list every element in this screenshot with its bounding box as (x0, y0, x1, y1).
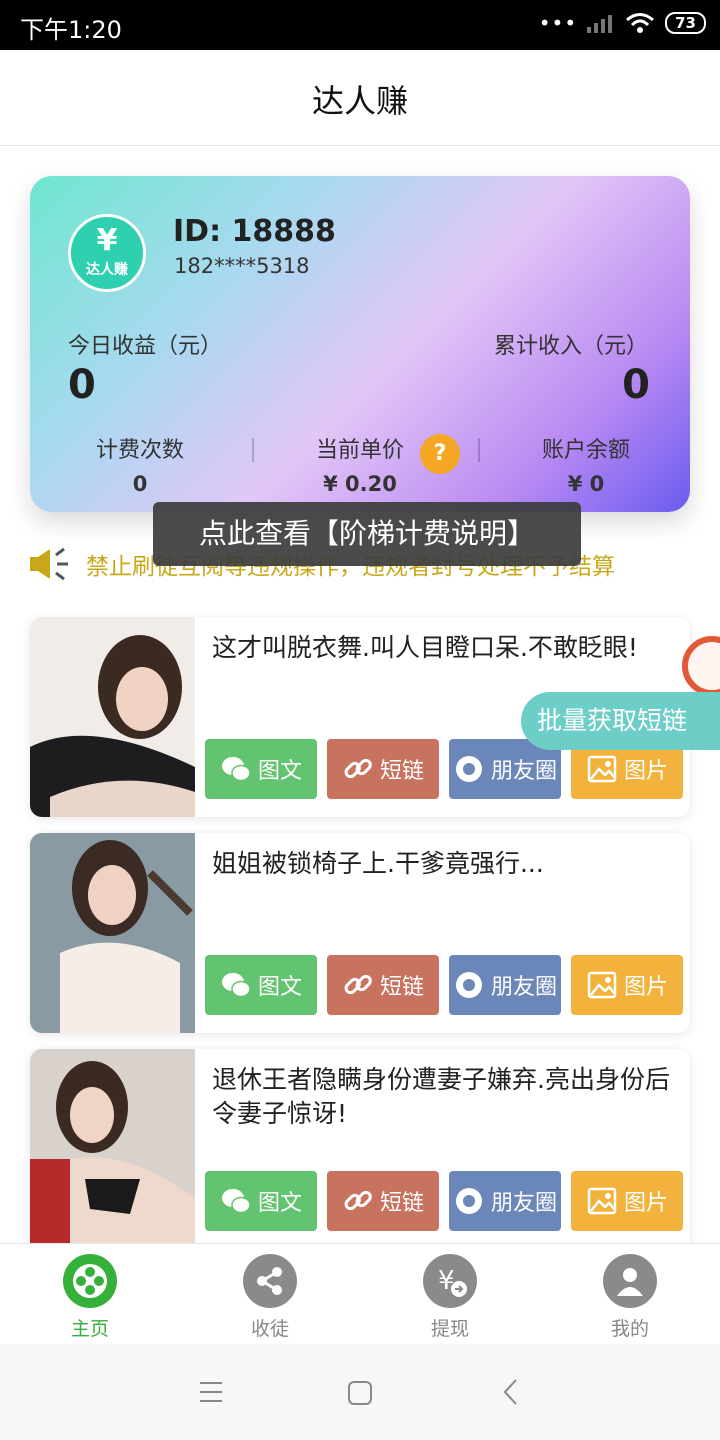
link-icon (344, 974, 372, 995)
tab-home[interactable]: 主页 (30, 1254, 150, 1341)
status-bar: 下午1:20 ••• 73 (0, 0, 720, 50)
image-icon (587, 971, 617, 999)
image-share-button[interactable]: 图片 (571, 955, 683, 1015)
user-phone: 182****5318 (174, 254, 310, 278)
link-icon (344, 1190, 372, 1211)
divider (478, 438, 480, 462)
button-label: 图片 (623, 759, 668, 784)
article-card[interactable]: 退休王者隐瞒身份遭妻子嫌弃.亮出身份后令妻子惊讶! 图文 短链 朋友圈 图片 (30, 1049, 690, 1243)
yen-icon: ¥ (96, 223, 118, 258)
tab-recruit[interactable]: 收徒 (210, 1254, 330, 1341)
wifi-icon (626, 13, 655, 33)
wechat-share-button[interactable]: 图文 (205, 955, 317, 1015)
logo-text: 达人赚 (86, 262, 128, 278)
link-icon (344, 758, 372, 779)
button-label: 图文 (257, 759, 302, 784)
button-label: 图片 (623, 975, 668, 1000)
button-label: 朋友圈 (490, 975, 557, 1000)
status-time: 下午1:20 (20, 16, 122, 44)
stat-label: 账户余额 (541, 438, 630, 463)
stat-value: ¥ 0 (567, 472, 605, 496)
moments-aperture-icon (455, 972, 482, 998)
app-logo: ¥ 达人赚 (68, 214, 146, 292)
withdraw-yen-icon: ¥ (423, 1254, 477, 1308)
user-id: ID: 18888 (173, 214, 336, 249)
tab-label: 主页 (70, 1318, 109, 1340)
stat-value: ¥ 0.20 (323, 472, 397, 496)
more-dots-icon: ••• (538, 11, 578, 35)
help-question-icon[interactable]: ? (420, 434, 460, 474)
wechat-share-button[interactable]: 图文 (205, 739, 317, 799)
moments-aperture-icon (455, 756, 482, 782)
battery-indicator: 73 (665, 12, 706, 34)
button-label: 短链 (379, 1191, 424, 1216)
short-link-button[interactable]: 短链 (327, 739, 439, 799)
today-earnings-value: 0 (68, 362, 96, 408)
button-label: 朋友圈 (490, 1191, 557, 1216)
article-thumbnail (30, 617, 195, 817)
button-label: 图文 (257, 1191, 302, 1216)
moments-aperture-icon (455, 1188, 482, 1214)
share-icon (243, 1254, 297, 1308)
tab-label: 收徒 (250, 1318, 289, 1340)
button-label: 图文 (257, 975, 302, 1000)
moments-share-button[interactable]: 朋友圈 (449, 955, 561, 1015)
button-label: 图片 (623, 1191, 668, 1216)
tab-label: 提现 (430, 1318, 469, 1340)
wechat-icon (221, 1189, 251, 1214)
wechat-share-button[interactable]: 图文 (205, 1171, 317, 1231)
signal-icon (587, 15, 613, 33)
system-nav-bar (0, 1344, 720, 1440)
back-icon[interactable] (500, 1378, 522, 1406)
tab-label: 我的 (610, 1318, 649, 1340)
article-title: 姐姐被锁椅子上.干爹竟强行... (212, 849, 544, 878)
tab-withdraw[interactable]: ¥ 提现 (390, 1254, 510, 1341)
page-title: 达人赚 (311, 82, 408, 120)
article-thumbnail (30, 833, 195, 1033)
share-actions: 图文 短链 朋友圈 图片 (205, 955, 683, 1015)
home-square-icon[interactable] (347, 1380, 373, 1406)
film-reel-icon (63, 1254, 117, 1308)
short-link-button[interactable]: 短链 (327, 1171, 439, 1231)
account-card: ¥ 达人赚 ID: 18888 182****5318 今日收益（元） 0 累计… (30, 176, 690, 512)
stat-value: 0 (132, 472, 148, 496)
bottom-tab-bar: 主页 收徒 ¥ 提现 我的 (0, 1243, 720, 1343)
pricing-tooltip[interactable]: 点此查看【阶梯计费说明】 (153, 502, 581, 566)
article-card[interactable]: 姐姐被锁椅子上.干爹竟强行... 图文 短链 朋友圈 图片 (30, 833, 690, 1033)
batch-short-link-button[interactable]: 批量获取短链 (521, 692, 720, 750)
status-icons: ••• 73 (539, 12, 706, 34)
button-label: 短链 (379, 759, 424, 784)
article-title: 退休王者隐瞒身份遭妻子嫌弃.亮出身份后令妻子惊讶! (212, 1065, 670, 1128)
total-income-label: 累计收入（元） (493, 334, 648, 359)
share-actions: 图文 短链 朋友圈 图片 (205, 1171, 683, 1231)
today-earnings-label: 今日收益（元） (68, 334, 223, 359)
image-icon (587, 1187, 617, 1215)
image-icon (587, 755, 617, 783)
wechat-icon (221, 973, 251, 998)
stat-billing-count: 计费次数 0 (40, 432, 240, 496)
title-bar: 达人赚 (0, 50, 720, 146)
short-link-button[interactable]: 短链 (327, 955, 439, 1015)
image-share-button[interactable]: 图片 (571, 1171, 683, 1231)
user-icon (603, 1254, 657, 1308)
button-label: 朋友圈 (490, 759, 557, 784)
article-thumbnail (30, 1049, 195, 1243)
article-title: 这才叫脱衣舞.叫人目瞪口呆.不敢眨眼! (212, 633, 638, 662)
total-income-value: 0 (622, 362, 650, 408)
speaker-icon (30, 547, 68, 581)
divider (252, 438, 254, 462)
tab-mine[interactable]: 我的 (570, 1254, 690, 1341)
moments-share-button[interactable]: 朋友圈 (449, 1171, 561, 1231)
stat-label: 计费次数 (95, 438, 184, 463)
stat-account-balance: 账户余额 ¥ 0 (486, 432, 686, 496)
wechat-icon (221, 757, 251, 782)
button-label: 短链 (379, 975, 424, 1000)
menu-icon[interactable] (198, 1380, 224, 1404)
